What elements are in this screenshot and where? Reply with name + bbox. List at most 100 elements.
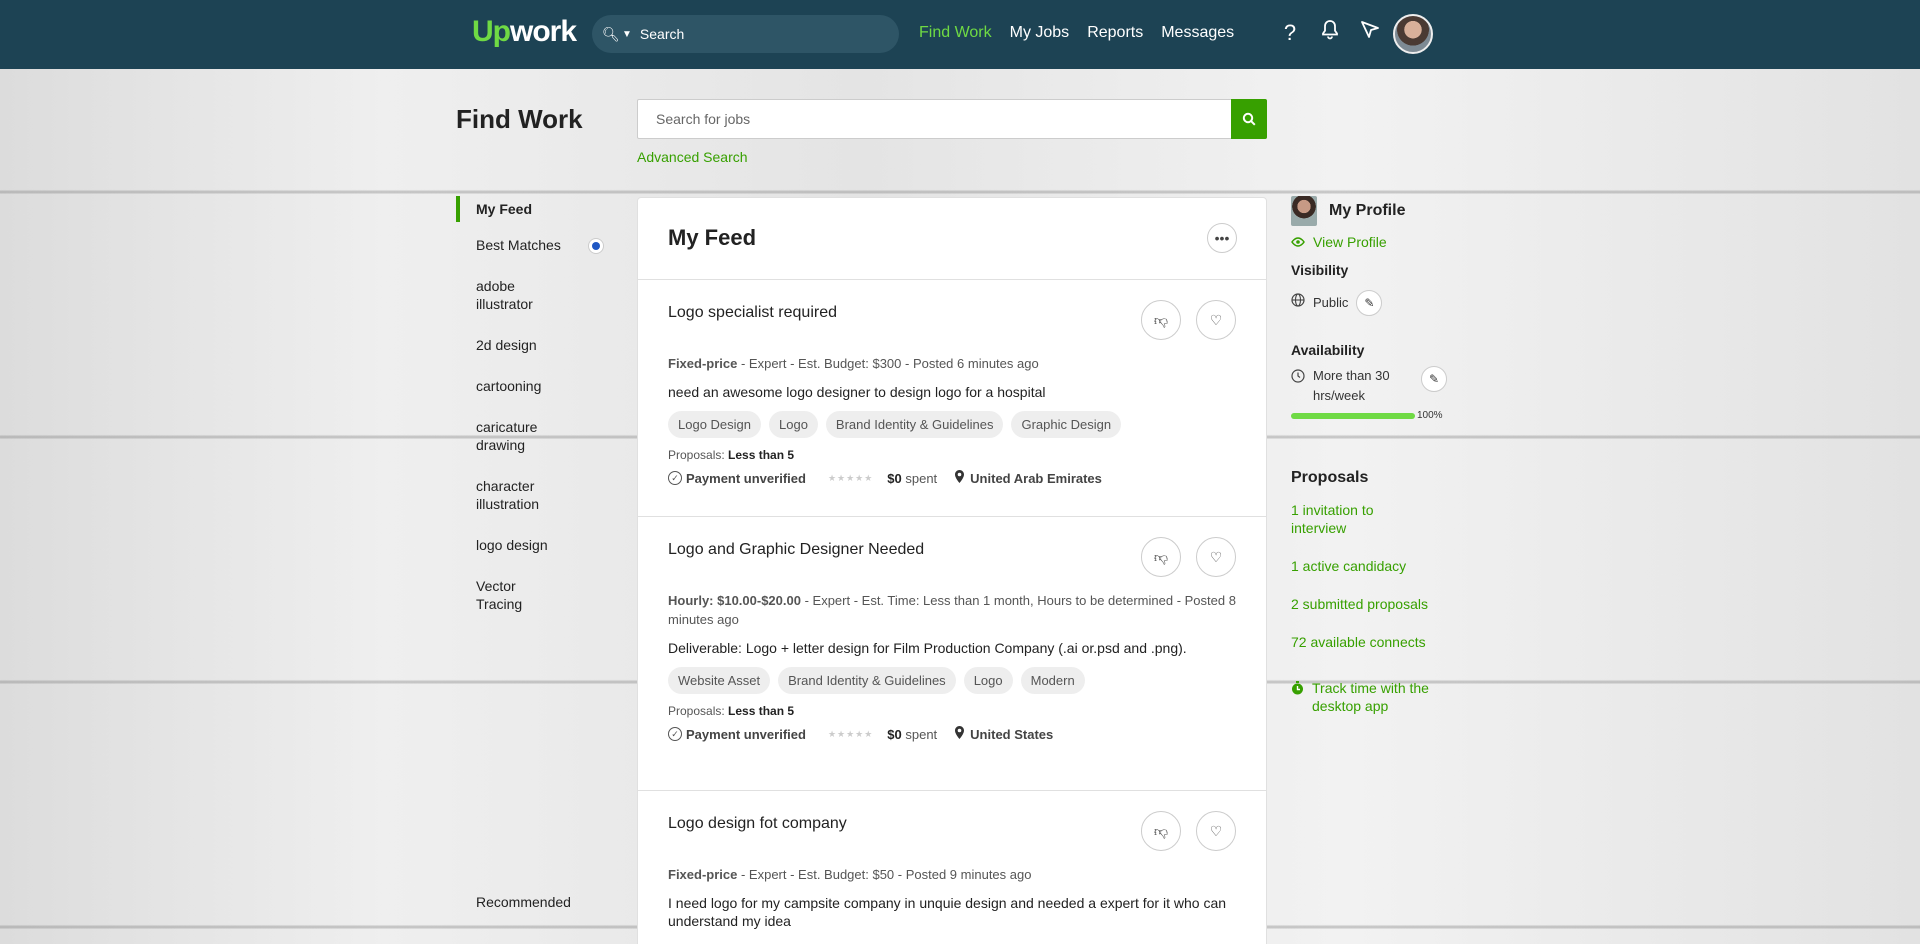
- job-card[interactable]: Logo specialist required 👎︎ ♡ Fixed-pric…: [638, 280, 1266, 517]
- invitations-link[interactable]: 1 invitation to interview: [1291, 501, 1401, 537]
- available-connects-link[interactable]: 72 available connects: [1291, 633, 1461, 651]
- feed-title: My Feed: [668, 225, 757, 250]
- check-circle-icon: ✓: [668, 727, 682, 741]
- nav-messages[interactable]: Messages: [1161, 24, 1234, 42]
- send-icon[interactable]: [1358, 20, 1382, 46]
- submitted-proposals-link[interactable]: 2 submitted proposals: [1291, 595, 1461, 613]
- sidebar-item-adobe-illustrator[interactable]: adobe illustrator: [456, 277, 546, 313]
- job-title[interactable]: Logo and Graphic Designer Needed: [668, 539, 1108, 561]
- profile-avatar[interactable]: [1291, 196, 1317, 226]
- sidebar-item-vector-tracing[interactable]: Vector Tracing: [456, 577, 546, 613]
- global-search-input[interactable]: Search: [640, 26, 684, 42]
- skill-tag[interactable]: Logo: [769, 411, 818, 438]
- proposals-value: Less than 5: [728, 448, 795, 462]
- sidebar-item-label: Best Matches: [476, 237, 561, 253]
- job-feed: My Feed ••• Logo specialist required 👎︎ …: [637, 197, 1267, 944]
- skill-tag[interactable]: Logo Design: [668, 411, 761, 438]
- pencil-icon: ✎: [1428, 372, 1440, 386]
- profile-panel: My Profile View Profile Visibility Publi…: [1291, 196, 1461, 715]
- eye-icon: [1291, 234, 1305, 250]
- skill-tag[interactable]: Website Asset: [668, 667, 771, 694]
- sidebar-item-cartooning[interactable]: cartooning: [456, 377, 616, 395]
- sidebar-item-my-feed[interactable]: My Feed: [456, 196, 616, 222]
- profile-header: My Profile: [1291, 196, 1461, 226]
- logo-up-text: Up: [472, 15, 511, 48]
- payment-status: Payment unverified: [686, 726, 806, 742]
- sidebar-item-caricature-drawing[interactable]: caricature drawing: [456, 418, 546, 454]
- client-spent: $0 spent: [887, 727, 937, 742]
- global-search[interactable]: 🔍︎ ▼ Search: [592, 15, 899, 53]
- heart-icon: ♡: [1209, 548, 1223, 565]
- progress-fill: [1291, 412, 1415, 419]
- upwork-logo[interactable]: Upwork: [472, 15, 577, 49]
- pencil-icon: ✎: [1364, 296, 1375, 310]
- save-job-button[interactable]: ♡: [1196, 300, 1236, 340]
- job-title[interactable]: Logo design fot company: [668, 813, 1108, 835]
- sidebar-item-2d-design[interactable]: 2d design: [456, 336, 616, 354]
- page-title: Find Work: [456, 104, 583, 134]
- timer-icon: [1291, 681, 1304, 701]
- view-profile-link[interactable]: View Profile: [1291, 234, 1461, 250]
- skill-tags: Website Asset Brand Identity & Guideline…: [668, 667, 1236, 694]
- spent-amount: $0: [887, 470, 902, 486]
- sidebar-item-logo-design[interactable]: logo design: [456, 536, 616, 554]
- thumbs-down-icon: 👎︎: [1153, 822, 1169, 839]
- advanced-search-link[interactable]: Advanced Search: [637, 149, 748, 165]
- active-candidacy-link[interactable]: 1 active candidacy: [1291, 557, 1461, 575]
- job-meta: Fixed-price - Expert - Est. Budget: $300…: [668, 354, 1236, 373]
- client-info: ✓ Payment unverified ★★★★★ $0 spent Unit…: [668, 470, 1236, 486]
- job-card[interactable]: Logo design fot company 👎︎ ♡ Fixed-price…: [638, 791, 1266, 944]
- client-location: United States: [970, 726, 1054, 742]
- sidebar-item-best-matches[interactable]: Best Matches: [456, 236, 616, 254]
- client-location: United Arab Emirates: [970, 470, 1102, 486]
- track-time-link[interactable]: Track time with the desktop app: [1291, 679, 1461, 715]
- visibility-value: Public: [1313, 295, 1349, 310]
- job-meta-text: - Expert - Est. Budget: $50 - Posted 9 m…: [737, 867, 1032, 882]
- nav-reports[interactable]: Reports: [1087, 24, 1143, 42]
- user-avatar[interactable]: [1393, 14, 1433, 54]
- job-title[interactable]: Logo specialist required: [668, 302, 1108, 324]
- edit-visibility-button[interactable]: ✎: [1356, 290, 1383, 316]
- dislike-button[interactable]: 👎︎: [1141, 811, 1181, 851]
- main-nav: Find Work My Jobs Reports Messages: [919, 24, 1234, 42]
- job-description: I need logo for my campsite company in u…: [668, 895, 1227, 929]
- skill-tag[interactable]: Modern: [1020, 667, 1085, 694]
- sidebar-recommended[interactable]: Recommended: [476, 894, 571, 910]
- view-profile-label: View Profile: [1313, 234, 1387, 250]
- dislike-button[interactable]: 👎︎: [1141, 300, 1181, 340]
- thumbs-down-icon: 👎︎: [1153, 311, 1169, 328]
- job-type: Fixed-price: [668, 867, 738, 882]
- more-options-button[interactable]: •••: [1207, 223, 1237, 253]
- availability-progress: 100%: [1291, 410, 1461, 421]
- help-icon[interactable]: ?: [1278, 20, 1302, 46]
- spent-amount: $0: [887, 726, 902, 742]
- skill-tag[interactable]: Logo: [963, 667, 1013, 694]
- save-job-button[interactable]: ♡: [1196, 811, 1236, 851]
- feed-header: My Feed •••: [638, 198, 1266, 280]
- sidebar-item-character-illustration[interactable]: character illustration: [456, 477, 546, 513]
- nav-my-jobs[interactable]: My Jobs: [1010, 24, 1070, 42]
- client-spent: $0 spent: [887, 471, 937, 486]
- job-search-input[interactable]: Search for jobs: [638, 100, 1231, 138]
- job-card[interactable]: Logo and Graphic Designer Needed 👎︎ ♡ Ho…: [638, 517, 1266, 791]
- heart-icon: ♡: [1209, 822, 1223, 839]
- dislike-button[interactable]: 👎︎: [1141, 537, 1181, 577]
- feed-sidebar: My Feed Best Matches adobe illustrator 2…: [456, 196, 616, 636]
- job-search-button[interactable]: [1231, 99, 1267, 139]
- chevron-down-icon[interactable]: ▼: [622, 29, 632, 40]
- proposals-heading: Proposals: [1291, 469, 1369, 486]
- nav-find-work[interactable]: Find Work: [919, 24, 992, 42]
- search-icon: 🔍︎: [602, 25, 620, 42]
- edit-availability-button[interactable]: ✎: [1421, 366, 1447, 392]
- skill-tags: Logo Design Logo Brand Identity & Guidel…: [668, 411, 1236, 438]
- bell-icon[interactable]: [1318, 20, 1342, 46]
- skill-tag[interactable]: Brand Identity & Guidelines: [778, 667, 956, 694]
- rating-stars-icon: ★★★★★: [827, 728, 874, 739]
- skill-tag[interactable]: Graphic Design: [1011, 411, 1122, 438]
- job-description: Deliverable: Logo + letter design for Fi…: [668, 640, 1187, 656]
- job-type: Hourly: $10.00-$20.00: [668, 593, 801, 608]
- client-info: ✓ Payment unverified ★★★★★ $0 spent Unit…: [668, 726, 1236, 742]
- skill-tag[interactable]: Brand Identity & Guidelines: [825, 411, 1004, 438]
- save-job-button[interactable]: ♡: [1196, 537, 1236, 577]
- proposals-count: Proposals: Less than 5: [668, 448, 1236, 462]
